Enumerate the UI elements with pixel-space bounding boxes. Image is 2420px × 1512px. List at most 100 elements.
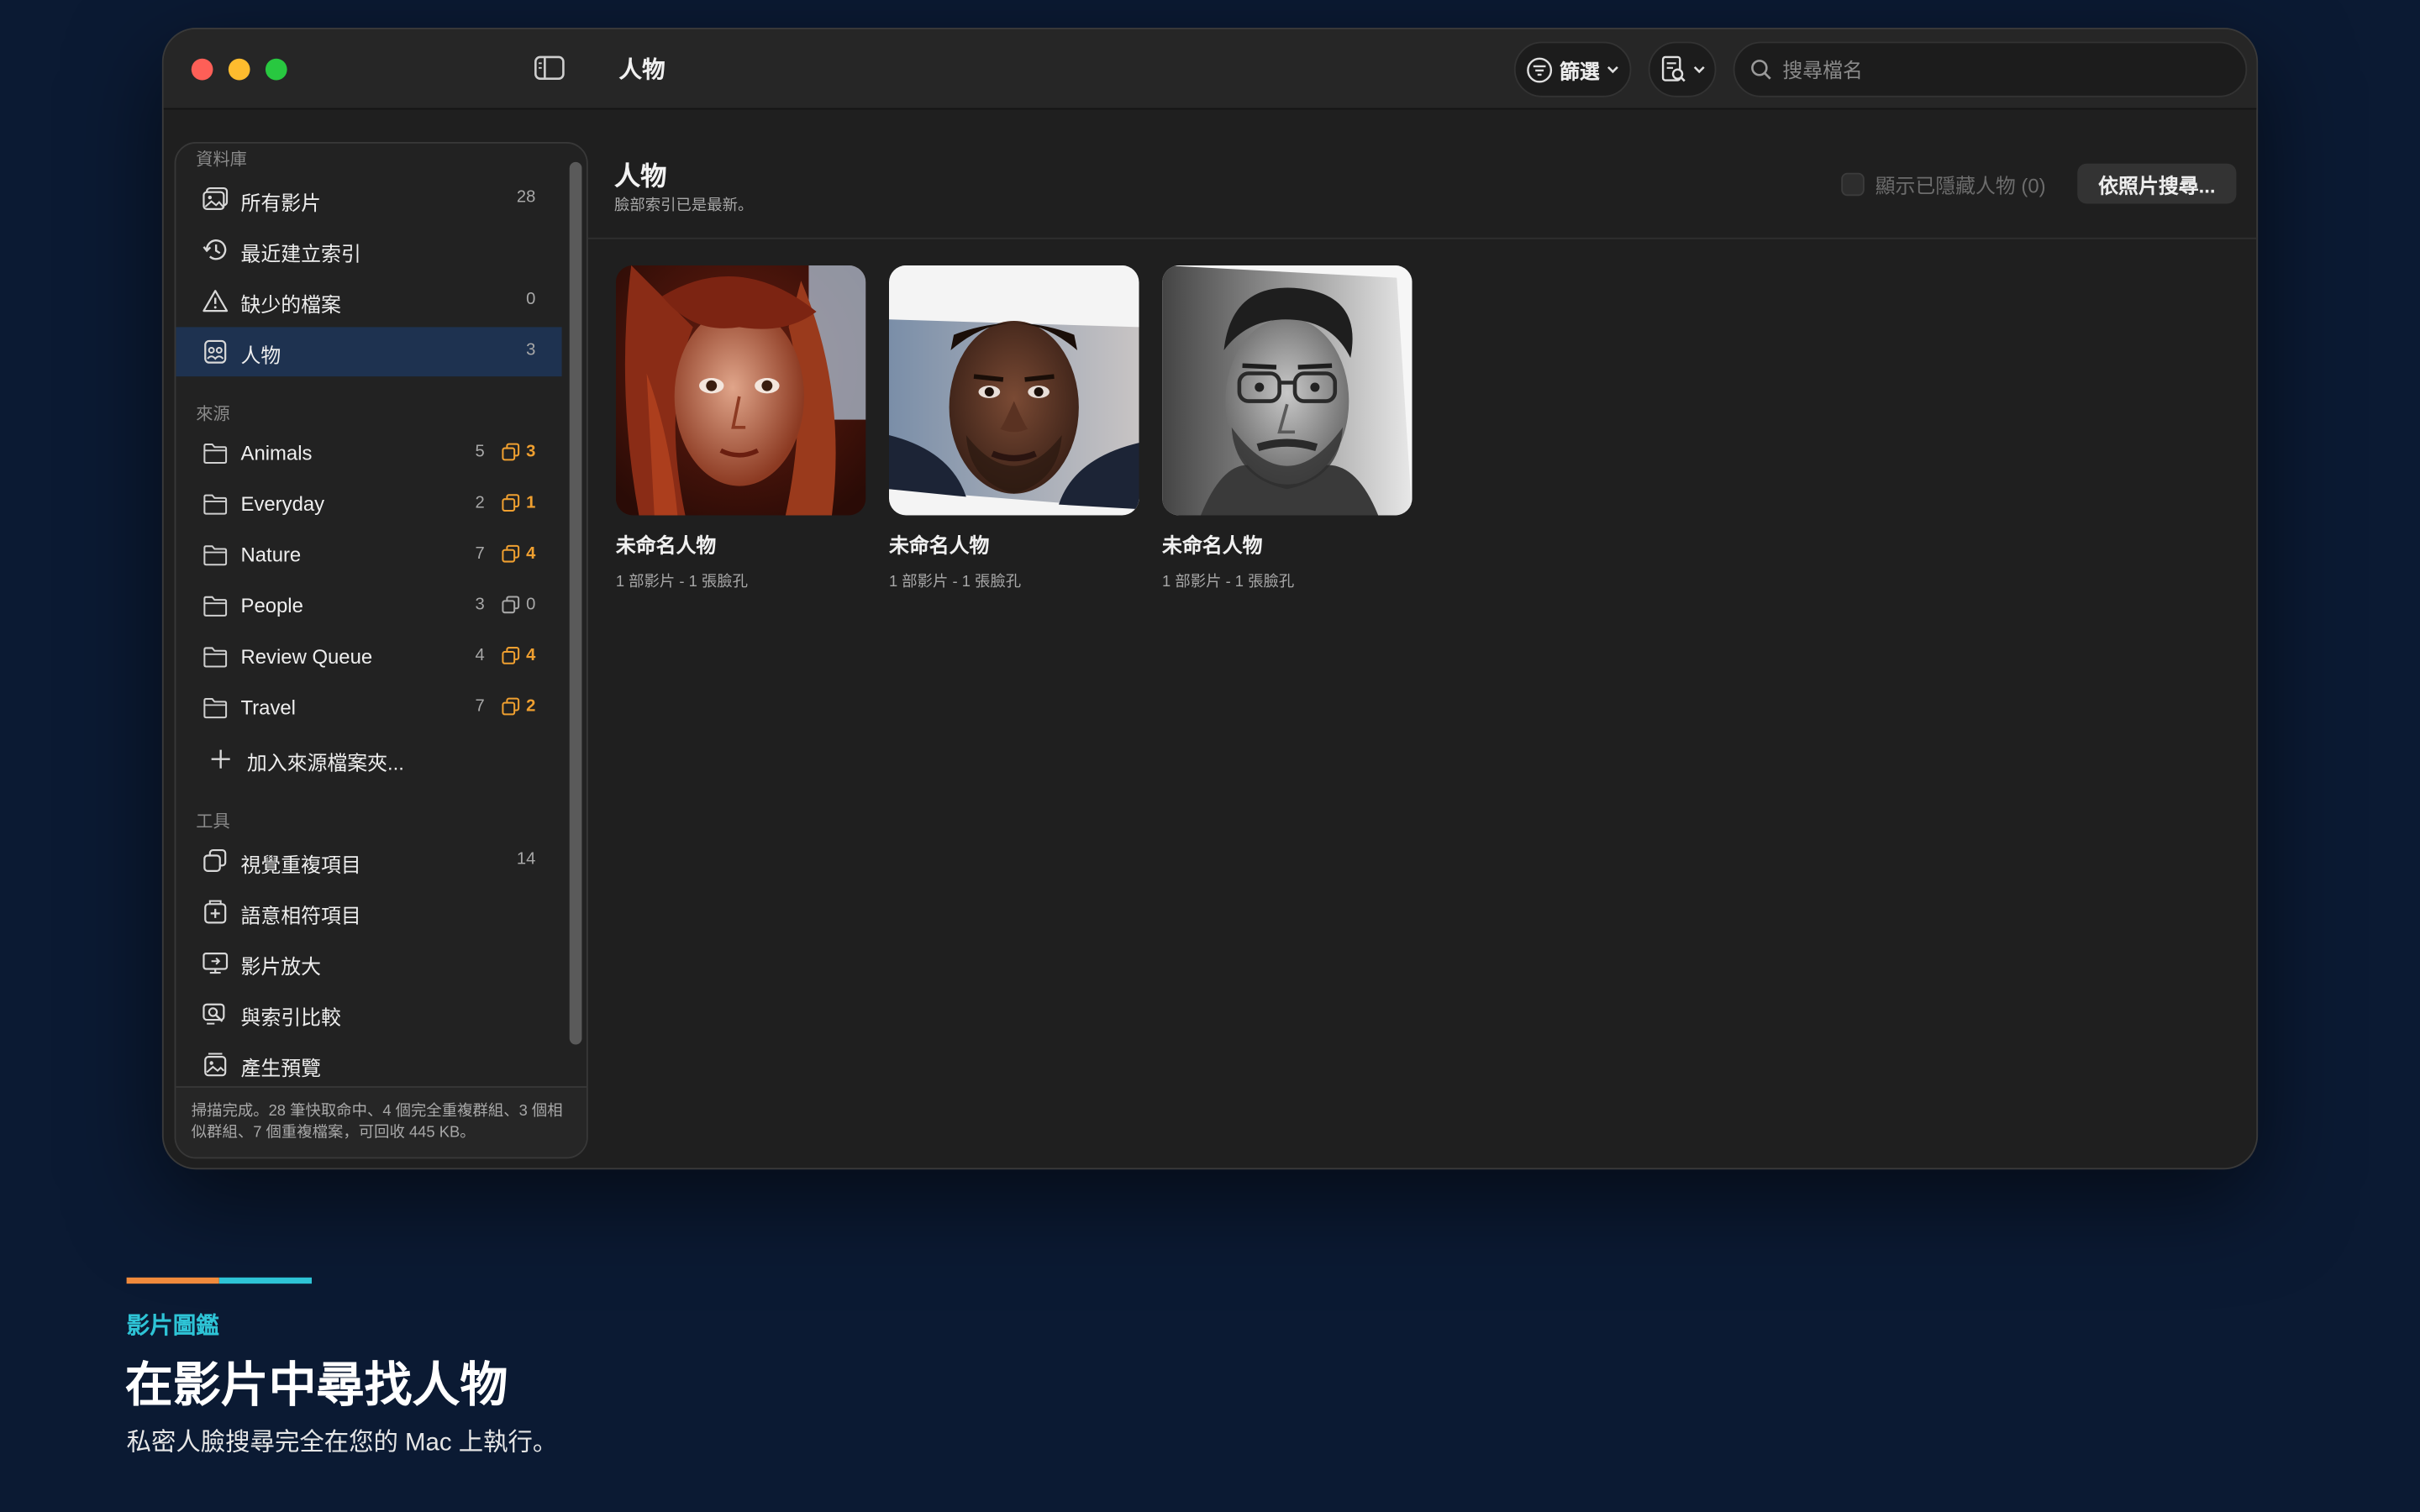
close-window-button[interactable]: [191, 58, 213, 81]
duplicate-count: 1: [526, 493, 536, 512]
folder-icon: [203, 545, 228, 566]
titlebar: 人物 篩選: [163, 29, 2257, 110]
sidebar-item-source-review-queue[interactable]: Review Queue 4 4: [176, 633, 561, 682]
semantic-match-icon: [204, 900, 227, 924]
chevron-down-icon: [1692, 66, 1704, 74]
sidebar-item-compare-index[interactable]: 與索引比較: [176, 989, 561, 1038]
upscale-icon: [203, 953, 229, 974]
warning-icon: [203, 290, 229, 312]
person-meta: 1 部影片 - 1 張臉孔: [888, 574, 1022, 591]
sidebar-item-label: Review Queue: [240, 644, 373, 669]
sidebar-item-label: 視覺重複項目: [240, 853, 361, 877]
add-source-folder-button[interactable]: 加入來源檔案夾...: [176, 734, 561, 784]
person-thumbnail[interactable]: [615, 265, 866, 516]
sidebar-item-upscale[interactable]: 影片放大: [176, 938, 561, 988]
sidebar: 資料庫 所有影片 28 最近建立索引 缺少的檔案 0 人物 3 來源 Anima…: [174, 141, 588, 1159]
sidebar-toggle-icon[interactable]: [534, 55, 566, 80]
checkbox-box[interactable]: [1841, 172, 1865, 197]
item-count: 0: [526, 290, 536, 309]
zoom-window-button[interactable]: [265, 58, 287, 81]
folder-icon: [203, 494, 228, 515]
folder-icon: [203, 647, 228, 668]
duplicate-count: 3: [526, 443, 536, 462]
sidebar-item-label: Travel: [240, 696, 296, 719]
sidebar-item-label: 缺少的檔案: [240, 292, 341, 317]
search-input[interactable]: [1782, 57, 2215, 81]
item-count: 14: [516, 850, 536, 869]
sidebar-item-generate-preview[interactable]: 產生預覽: [176, 1040, 561, 1089]
sidebar-item-label: 最近建立索引: [240, 242, 361, 265]
plus-icon: [211, 749, 230, 769]
sources-section-header: 來源: [196, 406, 230, 425]
sidebar-scrollbar[interactable]: [569, 161, 582, 1045]
face-photo-image: [1162, 265, 1413, 516]
sidebar-item-all-videos[interactable]: 所有影片 28: [176, 175, 561, 224]
item-count: 5: [475, 443, 485, 462]
item-count: 7: [475, 544, 485, 564]
duplicate-count: 4: [526, 544, 536, 564]
person-card[interactable]: 未命名人物 1 部影片 - 1 張臉孔: [615, 265, 866, 591]
filter-label: 篩選: [1559, 59, 1600, 83]
history-icon: [203, 239, 227, 260]
sidebar-item-semantic-match[interactable]: 語意相符項目: [176, 887, 561, 937]
feature-subtitle: 私密人臉搜尋完全在您的 Mac 上執行。: [126, 1430, 558, 1457]
search-field[interactable]: [1733, 41, 2248, 97]
item-count: 7: [475, 697, 485, 717]
accent-bar-cyan: [218, 1277, 313, 1284]
window-title: 人物: [618, 56, 666, 84]
app-window: 人物 篩選 搜尋檔名 資料庫 所有影片 28 最近建立索引 缺少的檔案 0 人物…: [161, 28, 2259, 1170]
folder-icon: [203, 596, 228, 617]
sidebar-item-label: Animals: [240, 441, 313, 465]
content-header: 人物 臉部索引已是最新。 顯示已隱藏人物 (0) 依照片搜尋...: [587, 109, 2257, 239]
library-section-header: 資料庫: [196, 151, 247, 171]
folder-icon: [203, 698, 228, 719]
sidebar-item-source-people[interactable]: People 3 0: [176, 581, 561, 631]
feature-title: 在影片中尋找人物: [124, 1357, 508, 1412]
person-card[interactable]: 未命名人物 1 部影片 - 1 張臉孔: [888, 265, 1139, 591]
face-photo-image: [888, 265, 1139, 516]
sidebar-item-label: Everyday: [240, 491, 325, 516]
duplicate-count: 0: [526, 595, 536, 615]
person-thumbnail[interactable]: [1162, 265, 1413, 516]
add-source-label: 加入來源檔案夾...: [246, 751, 404, 775]
sidebar-item-visual-duplicates[interactable]: 視覺重複項目 14: [176, 837, 561, 886]
sidebar-item-missing-files[interactable]: 缺少的檔案 0: [176, 276, 561, 326]
person-meta: 1 部影片 - 1 張臉孔: [615, 574, 749, 591]
duplicate-icon: [502, 647, 520, 664]
duplicate-icon: [502, 443, 520, 461]
person-name: 未命名人物: [615, 533, 717, 558]
view-options-button[interactable]: [1648, 41, 1717, 97]
duplicate-icon: [502, 494, 520, 512]
folder-icon: [203, 443, 228, 465]
person-meta: 1 部影片 - 1 張臉孔: [1162, 574, 1295, 591]
sidebar-item-people[interactable]: 人物 3: [176, 327, 562, 377]
duplicate-count: 4: [526, 646, 536, 665]
tools-section-header: 工具: [196, 812, 230, 832]
duplicate-icon: [502, 544, 520, 563]
sidebar-item-source-travel[interactable]: Travel 7 2: [176, 684, 561, 733]
show-hidden-label: 顯示已隱藏人物 (0): [1875, 174, 2046, 198]
search-by-photo-button[interactable]: 依照片搜尋...: [2077, 163, 2237, 204]
filter-button[interactable]: 篩選: [1513, 41, 1632, 97]
sidebar-item-label: Nature: [240, 543, 302, 567]
person-card[interactable]: 未命名人物 1 部影片 - 1 張臉孔: [1162, 265, 1413, 591]
sidebar-item-source-nature[interactable]: Nature 7 4: [176, 531, 561, 580]
filter-icon: [1528, 56, 1554, 82]
person-thumbnail[interactable]: [888, 265, 1139, 516]
sidebar-item-recently-indexed[interactable]: 最近建立索引: [176, 225, 561, 275]
person-name: 未命名人物: [1162, 533, 1263, 558]
item-count: 3: [475, 595, 485, 615]
show-hidden-people-checkbox[interactable]: 顯示已隱藏人物 (0): [1841, 170, 2046, 199]
sidebar-item-source-everyday[interactable]: Everyday 2 1: [176, 480, 561, 529]
item-count: 28: [516, 188, 536, 207]
preview-icon: [204, 1053, 227, 1077]
scan-status-text: 掃描完成。28 筆快取命中、4 個完全重複群組、3 個相似群組、7 個重複檔案，…: [176, 1086, 587, 1158]
item-count: 2: [475, 493, 485, 512]
face-photo-image: [615, 265, 866, 516]
sidebar-item-source-animals[interactable]: Animals 5 3: [176, 429, 561, 479]
minimize-window-button[interactable]: [228, 58, 250, 81]
accent-divider: [126, 1277, 313, 1284]
item-count: 3: [526, 340, 536, 360]
duplicate-count: 2: [526, 697, 536, 717]
sidebar-item-label: 所有影片: [240, 191, 322, 215]
